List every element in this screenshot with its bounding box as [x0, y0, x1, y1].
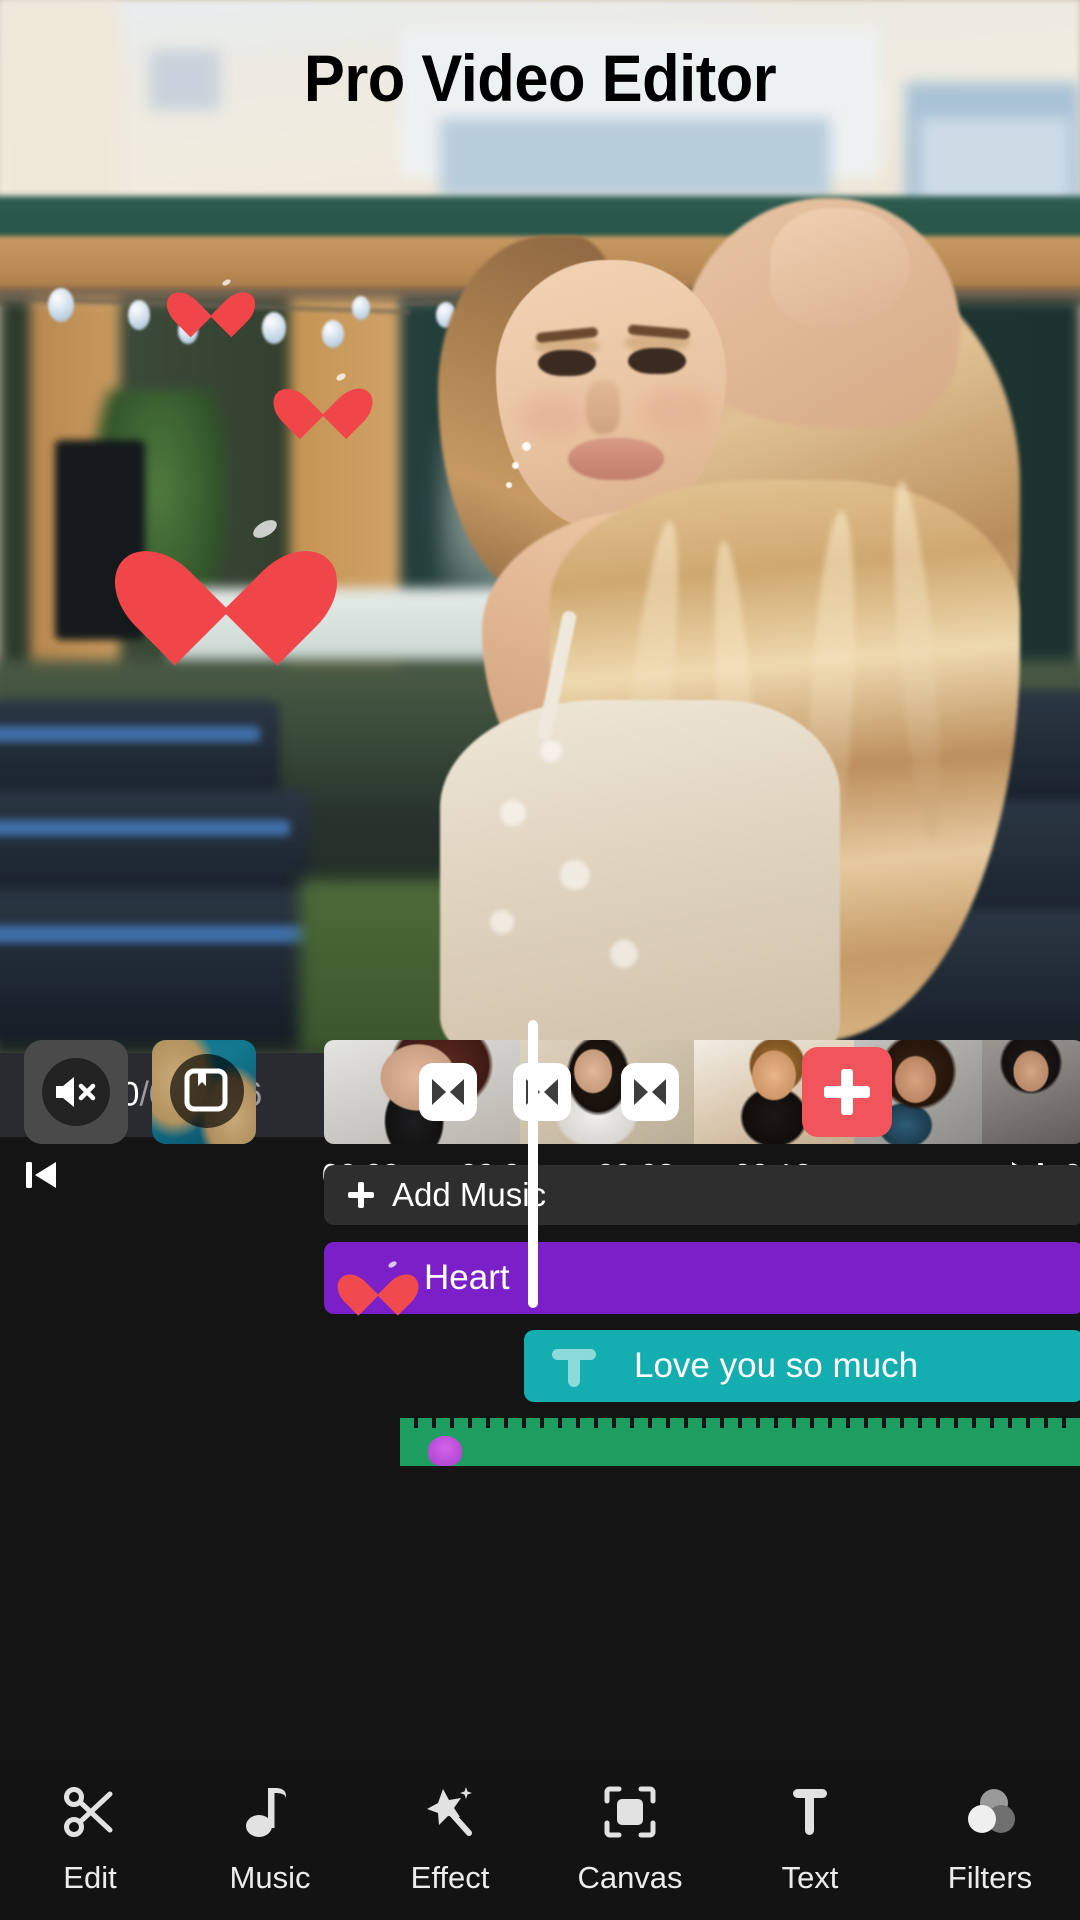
subject-dress — [440, 700, 840, 1053]
music-track[interactable]: Add Music — [324, 1165, 1080, 1225]
subject-lips — [568, 438, 664, 480]
background-lounger-stripe — [0, 820, 290, 836]
music-track-label: Add Music — [392, 1176, 547, 1213]
nav-item-music[interactable]: Music — [180, 1758, 360, 1896]
nav-label-effect: Effect — [410, 1860, 490, 1895]
background-fairy-light — [48, 288, 74, 322]
heart-overlay-small[interactable] — [182, 272, 240, 326]
subject-cheek — [518, 394, 588, 438]
heart-icon-wrap — [350, 1256, 406, 1304]
video-frame — [0, 0, 1080, 1053]
mute-button-circle — [42, 1058, 110, 1126]
skip-to-start-icon — [26, 1162, 56, 1188]
subject-face-gem — [522, 442, 531, 451]
playhead[interactable] — [528, 1020, 538, 1308]
text-t-icon — [778, 1780, 842, 1844]
cover-icon — [184, 1068, 228, 1112]
mute-button[interactable] — [24, 1040, 128, 1144]
filters-circles-icon — [958, 1780, 1022, 1844]
nav-item-canvas[interactable]: Canvas — [540, 1758, 720, 1896]
subject-dress-detail — [490, 910, 514, 934]
clip-strip[interactable] — [324, 1040, 1080, 1144]
heart-icon — [290, 366, 356, 426]
nav-item-filters[interactable]: Filters — [900, 1758, 1080, 1896]
subject-dress-detail — [560, 860, 590, 890]
subject-face-gem — [512, 462, 519, 469]
text-t-icon — [552, 1349, 596, 1387]
video-editor-app: Pro Video Editor 00:08.0/00:16.6 — [0, 0, 1080, 1920]
heart-overlay-medium[interactable] — [290, 366, 356, 426]
nav-label-filters: Filters — [947, 1860, 1033, 1895]
scissors-icon — [58, 1780, 122, 1844]
subject-eye — [628, 348, 686, 374]
subject-dress-detail — [610, 940, 638, 968]
nav-item-text[interactable]: Text — [720, 1758, 900, 1896]
music-note-icon — [238, 1780, 302, 1844]
subject-dress-detail — [500, 800, 526, 826]
effect-track-label: Heart — [424, 1258, 510, 1297]
nav-label-music: Music — [229, 1860, 311, 1895]
nav-label-edit: Edit — [63, 1860, 117, 1895]
heart-icon — [182, 272, 240, 326]
cover-button[interactable] — [152, 1040, 256, 1144]
plus-icon — [348, 1182, 374, 1208]
nav-item-edit[interactable]: Edit — [0, 1758, 180, 1896]
video-subject — [250, 180, 1020, 1053]
add-clip-button[interactable] — [802, 1047, 892, 1137]
nav-label-text: Text — [781, 1860, 839, 1895]
time-separator: / — [139, 1075, 149, 1114]
subject-nose — [586, 380, 620, 434]
nav-item-effect[interactable]: Effect — [360, 1758, 540, 1896]
crop-frame-icon — [598, 1780, 662, 1844]
clip-thumbnail — [982, 1040, 1080, 1144]
text-track-label: Love you so much — [634, 1346, 919, 1385]
transition-button[interactable] — [621, 1063, 679, 1121]
text-track[interactable]: Love you so much — [524, 1330, 1080, 1402]
sticker-track[interactable] — [400, 1418, 1080, 1466]
subject-dress-detail — [540, 740, 562, 762]
subject-eye — [538, 350, 596, 376]
heart-icon — [152, 500, 300, 635]
plus-icon — [841, 1069, 853, 1115]
video-clip[interactable] — [982, 1040, 1080, 1144]
transition-icon — [634, 1079, 666, 1105]
video-preview[interactable]: Pro Video Editor — [0, 0, 1080, 1053]
background-fairy-light — [128, 300, 150, 330]
subject-cheek — [642, 388, 712, 432]
page-title: Pro Video Editor — [303, 41, 777, 115]
cover-icon-wrap — [182, 1066, 230, 1114]
mute-icon — [56, 1077, 96, 1107]
background-lounger-stripe — [0, 726, 260, 742]
subject-face-gem — [506, 482, 512, 488]
skip-to-start-button[interactable] — [22, 1157, 62, 1193]
transition-icon — [432, 1079, 464, 1105]
transition-button[interactable] — [419, 1063, 477, 1121]
effect-track[interactable]: Heart — [324, 1242, 1080, 1314]
heart-overlay-large[interactable] — [152, 500, 300, 635]
nav-label-canvas: Canvas — [577, 1860, 683, 1895]
sticker-track-serration — [400, 1418, 1080, 1428]
magic-wand-icon — [418, 1780, 482, 1844]
transition-button[interactable] — [513, 1063, 571, 1121]
bottom-toolbar: Edit Music Effect Canvas Text Filters — [0, 1758, 1080, 1920]
heart-icon — [350, 1256, 406, 1304]
sticker-icon — [428, 1436, 462, 1466]
